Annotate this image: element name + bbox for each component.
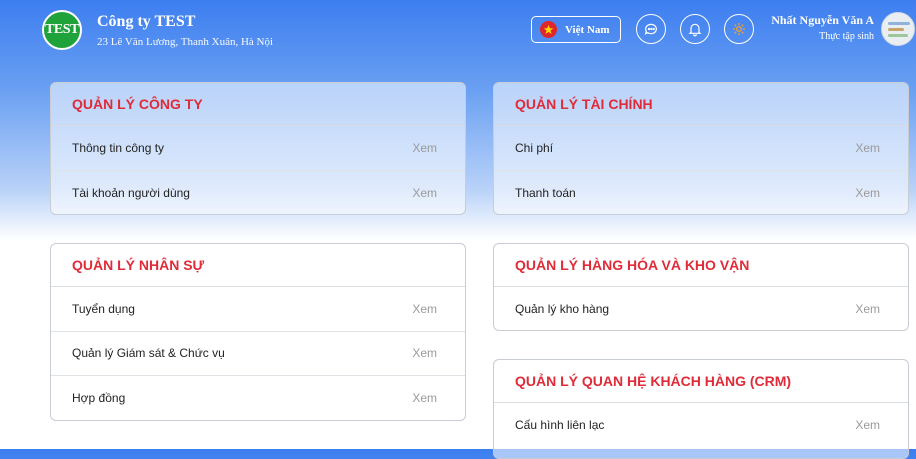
item-label: Quản lý Giám sát & Chức vụ [72,346,225,361]
vietnam-flag-icon [540,21,557,38]
language-label: Việt Nam [565,23,610,36]
view-link[interactable]: Xem [855,186,880,200]
item-label: Hợp đồng [72,391,126,406]
language-selector-button[interactable]: Việt Nam [531,16,621,43]
top-header: TEST Công ty TEST 23 Lê Văn Lương, Thanh… [0,0,916,62]
settings-icon [733,23,745,35]
card-title: QUẢN LÝ CÔNG TY [51,83,465,126]
list-item[interactable]: Chi phí Xem [494,126,908,171]
list-item[interactable]: Tài khoản người dùng Xem [51,171,465,215]
list-item[interactable]: Thông tin công ty Xem [51,126,465,171]
bell-icon [688,23,702,37]
goods-logistics-card: QUẢN LÝ HÀNG HÓA VÀ KHO VẬN Quản lý kho … [493,243,909,331]
item-label: Thanh toán [515,185,576,200]
view-link[interactable]: Xem [412,141,437,155]
notification-button[interactable] [680,14,710,44]
list-item[interactable]: Hợp đồng Xem [51,376,465,420]
chat-icon [644,23,657,35]
user-name: Nhất Nguyễn Văn A [771,13,874,27]
company-name: Công ty TEST [97,13,196,30]
list-item[interactable]: Quản lý Giám sát & Chức vụ Xem [51,332,465,376]
user-avatar[interactable] [881,12,915,46]
list-item[interactable]: Quản lý kho hàng Xem [494,287,908,330]
view-link[interactable]: Xem [855,418,880,432]
view-link[interactable]: Xem [412,186,437,200]
list-item[interactable]: Thanh toán Xem [494,171,908,215]
card-title: QUẢN LÝ NHÂN SỰ [51,244,465,287]
company-management-card: QUẢN LÝ CÔNG TY Thông tin công ty Xem Tà… [50,82,466,215]
card-title: QUẢN LÝ TÀI CHÍNH [494,83,908,126]
item-label: Cấu hình liên lạc [515,418,605,433]
list-item[interactable]: Cấu hình liên lạc Xem [494,403,908,448]
user-role: Thực tập sinh [819,31,874,42]
settings-button[interactable] [724,14,754,44]
view-link[interactable]: Xem [855,302,880,316]
crm-management-card: QUẢN LÝ QUAN HỆ KHÁCH HÀNG (CRM) Cấu hìn… [493,359,909,459]
chat-button[interactable] [636,14,666,44]
view-link[interactable]: Xem [855,141,880,155]
item-label: Tuyển dụng [72,301,135,316]
finance-management-card: QUẢN LÝ TÀI CHÍNH Chi phí Xem Thanh toán… [493,82,909,215]
company-logo[interactable]: TEST [42,10,82,50]
list-item[interactable]: Tuyển dụng Xem [51,287,465,332]
item-label: Tài khoản người dùng [72,185,190,200]
card-title: QUẢN LÝ HÀNG HÓA VÀ KHO VẬN [494,244,908,287]
item-label: Chi phí [515,140,554,155]
view-link[interactable]: Xem [412,391,437,405]
item-label: Thông tin công ty [72,140,165,155]
view-link[interactable]: Xem [412,302,437,316]
card-title: QUẢN LÝ QUAN HỆ KHÁCH HÀNG (CRM) [494,360,908,403]
company-address: 23 Lê Văn Lương, Thanh Xuân, Hà Nội [97,36,274,48]
view-link[interactable]: Xem [412,346,437,360]
item-label: Quản lý kho hàng [515,302,610,317]
hr-management-card: QUẢN LÝ NHÂN SỰ Tuyển dụng Xem Quản lý G… [50,243,466,421]
